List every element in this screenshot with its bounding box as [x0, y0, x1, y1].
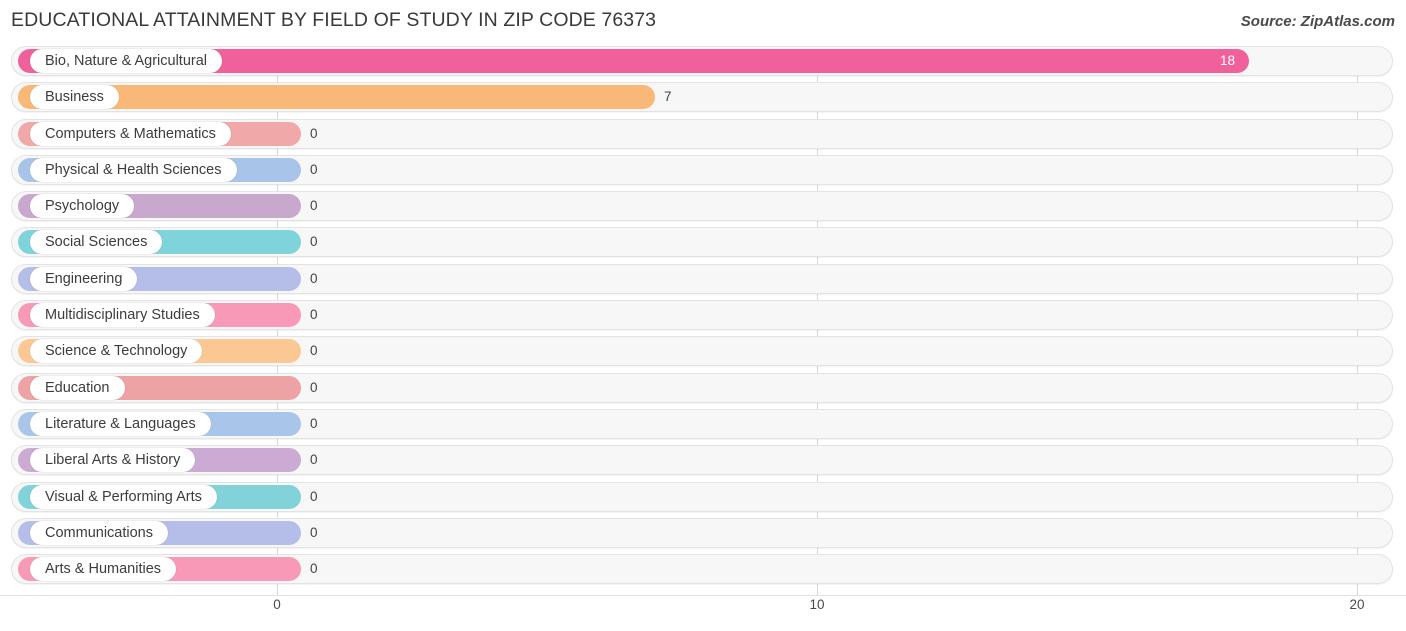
bar-value-label: 0: [310, 379, 318, 395]
axis-tick-label: 20: [1349, 597, 1365, 612]
bar-value-label: 0: [310, 488, 318, 504]
bar-row[interactable]: 0 Education: [0, 372, 1406, 403]
bar-value-label: 0: [310, 452, 318, 468]
bar-row[interactable]: 0 Arts & Humanities: [0, 554, 1406, 585]
bar-value-label: 0: [310, 161, 318, 177]
x-axis: 0 10 20: [0, 595, 1406, 631]
axis-tick-label: 10: [809, 597, 825, 612]
bar-value-label: 0: [310, 561, 318, 577]
category-label: Psychology: [30, 194, 135, 219]
bar-value-label: 0: [310, 307, 318, 323]
bar-row[interactable]: 0 Science & Technology: [0, 336, 1406, 367]
bar-row[interactable]: 18 Bio, Nature & Agricultural: [0, 46, 1406, 76]
category-label: Literature & Languages: [30, 411, 211, 436]
bar-value-label: 0: [310, 415, 318, 431]
bar-row[interactable]: 0 Literature & Languages: [0, 408, 1406, 439]
chart-plot-area: 18 Bio, Nature & Agricultural 7 Business 0 Co…: [0, 46, 1406, 595]
bar-row[interactable]: 0 Communications: [0, 517, 1406, 548]
bar-value-label: 0: [310, 125, 318, 141]
bar-row[interactable]: 0 Visual & Performing Arts: [0, 481, 1406, 512]
bar-value-label: 0: [310, 343, 318, 359]
bar-row[interactable]: 0 Liberal Arts & History: [0, 445, 1406, 476]
source-attribution: Source: ZipAtlas.com: [1240, 13, 1395, 30]
bar-row[interactable]: 0 Computers & Mathematics: [0, 118, 1406, 149]
bar-value-label: 0: [310, 198, 318, 214]
category-label: Education: [30, 375, 125, 400]
bar-row[interactable]: 0 Engineering: [0, 263, 1406, 294]
category-label: Science & Technology: [30, 339, 203, 364]
category-label: Social Sciences: [30, 230, 163, 255]
category-label: Liberal Arts & History: [30, 448, 196, 473]
bar-value-label: 7: [664, 89, 672, 105]
chart-header: EDUCATIONAL ATTAINMENT BY FIELD OF STUDY…: [0, 0, 1406, 44]
category-label: Physical & Health Sciences: [30, 157, 237, 182]
axis-tick-label: 0: [273, 597, 281, 612]
category-label: Business: [30, 85, 119, 110]
bar-rows: 18 Bio, Nature & Agricultural 7 Business 0 Co…: [0, 46, 1406, 590]
bar-value-label: 0: [310, 234, 318, 250]
bar-row[interactable]: 0 Social Sciences: [0, 227, 1406, 258]
bar-value-label: 0: [310, 524, 318, 540]
bar-row[interactable]: 0 Multidisciplinary Studies: [0, 300, 1406, 331]
category-label: Visual & Performing Arts: [30, 484, 217, 509]
bar-value-label: 0: [310, 270, 318, 286]
bar-row[interactable]: 7 Business: [0, 82, 1406, 113]
axis-top-line: [0, 595, 1406, 596]
bar-value-label: 18: [1219, 53, 1235, 68]
category-label: Arts & Humanities: [30, 557, 177, 582]
bar-row[interactable]: 0 Psychology: [0, 191, 1406, 222]
page-title: EDUCATIONAL ATTAINMENT BY FIELD OF STUDY…: [11, 9, 657, 31]
category-label: Computers & Mathematics: [30, 121, 231, 146]
bar-row[interactable]: 0 Physical & Health Sciences: [0, 154, 1406, 185]
category-label: Multidisciplinary Studies: [30, 303, 215, 328]
category-label: Communications: [30, 520, 168, 545]
category-label: Engineering: [30, 266, 138, 291]
category-label: Bio, Nature & Agricultural: [30, 49, 222, 73]
